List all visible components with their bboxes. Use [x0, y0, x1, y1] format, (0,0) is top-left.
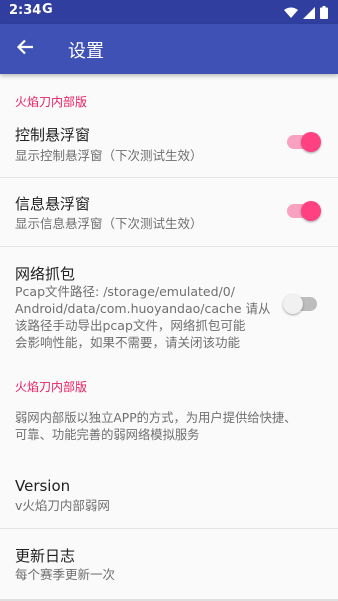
- status-bar: 2:34 G: [0, 0, 338, 24]
- packet-capture-switch[interactable]: [283, 294, 319, 314]
- back-button[interactable]: [12, 36, 38, 62]
- page-title: 设置: [68, 41, 104, 62]
- pref-summary: 每个赛季更新一次: [15, 567, 116, 582]
- about-line: 弱网内部版以独立APP的方式，为用户提供给快捷、: [15, 411, 297, 425]
- google-icon: G: [42, 2, 53, 17]
- info-float-switch[interactable]: [285, 201, 321, 221]
- battery-icon: [320, 4, 328, 23]
- status-time: 2:34: [9, 3, 42, 18]
- arrow-back-icon: [16, 39, 34, 59]
- pref-summary: 显示信息悬浮窗（下次测试生效）: [15, 216, 203, 231]
- signal-icon: [303, 4, 315, 23]
- about-line: 可靠、功能完善的弱网络模拟服务: [15, 428, 200, 442]
- about-text: 弱网内部版以独立APP的方式，为用户提供给快捷、 可靠、功能完善的弱网络模拟服务: [15, 410, 296, 444]
- category-header: 火焰刀内部版: [15, 95, 88, 109]
- pref-title: 更新日志: [15, 547, 76, 565]
- summary-line: 会影响性能，如果不需要，请关闭该功能: [15, 335, 241, 350]
- divider: [0, 246, 338, 247]
- pref-title: 网络抓包: [15, 265, 76, 283]
- summary-line: Pcap文件路径: /storage/emulated/0/: [15, 284, 235, 299]
- pref-summary: Pcap文件路径: /storage/emulated/0/ Android/d…: [15, 283, 271, 351]
- pref-summary: v火焰刀内部弱网: [15, 498, 110, 513]
- status-icons: [284, 4, 328, 23]
- pref-title: 控制悬浮窗: [15, 126, 91, 144]
- summary-line: 该路径手动导出pcap文件，网络抓包可能: [15, 318, 246, 333]
- category-header: 火焰刀内部版: [15, 380, 88, 394]
- pref-title: 信息悬浮窗: [15, 195, 91, 213]
- app-bar: 设置: [0, 24, 338, 74]
- wifi-icon: [284, 4, 298, 23]
- divider: [0, 177, 338, 178]
- divider: [0, 528, 338, 529]
- pref-title: Version: [15, 477, 71, 495]
- pref-summary: 显示控制悬浮窗（下次测试生效）: [15, 148, 203, 163]
- summary-line: Android/data/com.huoyandao/cache 请从: [15, 301, 271, 316]
- control-float-switch[interactable]: [285, 132, 321, 152]
